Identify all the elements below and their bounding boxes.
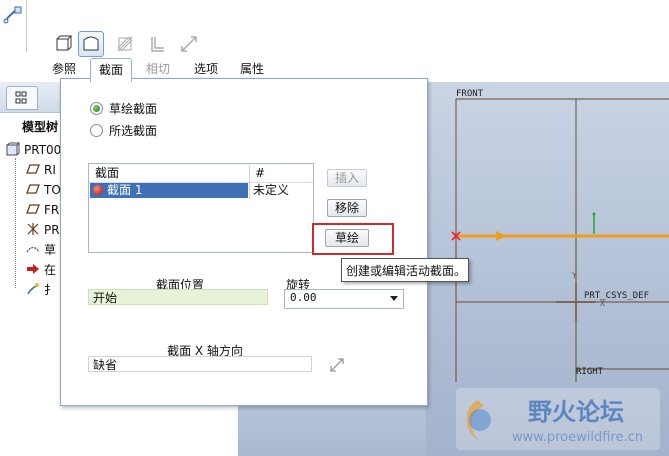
flip-icon	[181, 36, 197, 52]
flip-button[interactable]	[176, 31, 202, 57]
section-name-cell: 截面 1	[107, 183, 143, 197]
tree-item[interactable]: 草	[26, 240, 56, 260]
sketch-tooltip: 创建或编辑活动截面。	[341, 258, 469, 282]
csys-axes	[556, 282, 596, 322]
tree-item[interactable]: RI	[26, 160, 56, 180]
insert-button[interactable]: 插入	[327, 169, 367, 187]
remove-button[interactable]: 移除	[327, 199, 367, 217]
solid-button[interactable]	[50, 31, 76, 57]
tree-item[interactable]: 扌	[26, 280, 56, 300]
tree-item-label: 草	[44, 243, 57, 257]
insert-here-icon	[26, 262, 40, 276]
tree-connector	[15, 158, 17, 288]
section-status-cell: 未定义	[253, 183, 290, 197]
table-header-number: #	[255, 166, 266, 180]
graphics-canvas-lower[interactable]	[238, 400, 426, 456]
tab-sections[interactable]: 截面	[90, 58, 132, 82]
tab-options[interactable]: 选项	[186, 58, 226, 80]
tree-item[interactable]: TO	[26, 180, 61, 200]
sketch-icon	[26, 242, 40, 256]
error-status-icon	[93, 185, 103, 195]
thicken-icon	[151, 37, 164, 52]
rotation-value: 0.00	[290, 291, 317, 304]
thicken-button[interactable]	[144, 31, 170, 57]
rotation-select[interactable]: 0.00	[284, 289, 404, 309]
tree-icon	[15, 91, 27, 104]
radio-selected-section[interactable]: 所选截面	[90, 122, 157, 140]
direction-arrow-icon	[496, 231, 506, 241]
datum-label-right: RIGHT	[576, 367, 604, 377]
flip-icon	[330, 358, 344, 372]
tree-item[interactable]: FR	[26, 200, 59, 220]
feature-icon	[26, 282, 40, 296]
part-icon	[6, 142, 21, 156]
tab-properties[interactable]: 属性	[232, 58, 272, 80]
table-header-section: 截面	[95, 166, 120, 180]
tree-item-label: FR	[44, 203, 60, 217]
watermark-url: www.proewildfire.cn	[512, 430, 643, 445]
watermark-brand: 野火论坛	[528, 398, 624, 426]
section-table: 截面 # 截面 1 未定义	[88, 163, 314, 253]
divider	[26, 0, 27, 52]
tree-item[interactable]: PR	[26, 220, 60, 240]
coordinate-system-icon	[26, 222, 40, 236]
svg-text:Y: Y	[572, 271, 577, 280]
datum-plane-icon	[26, 182, 40, 196]
surface-icon	[83, 36, 99, 51]
remove-material-icon	[117, 36, 133, 52]
radio-off-icon	[90, 124, 103, 137]
tree-item-label: 扌	[44, 283, 57, 297]
datum-label-csys: PRT_CSYS_DEF	[584, 291, 649, 301]
radio-label: 草绘截面	[109, 102, 158, 116]
sketch-button[interactable]: 草绘	[325, 229, 369, 247]
remove-material-button[interactable]	[112, 31, 138, 57]
model-tree-title: 模型树	[22, 120, 59, 134]
surface-button[interactable]	[78, 31, 104, 57]
datum-plane-icon	[26, 202, 40, 216]
tree-item-label: TO	[44, 183, 61, 197]
watermark-logo: 野火论坛 www.proewildfire.cn	[456, 388, 660, 450]
model-tree-tab[interactable]	[6, 86, 38, 110]
placement-field[interactable]: 开始	[88, 289, 268, 305]
datum-label-front: FRONT	[456, 89, 484, 99]
sweep-feature-icon	[2, 4, 24, 26]
radio-label: 所选截面	[109, 124, 158, 138]
tree-item-label: 在	[44, 263, 57, 277]
tree-item[interactable]: 在	[26, 260, 56, 280]
solid-icon	[56, 35, 73, 51]
xaxis-direction-field[interactable]: 缺省	[88, 356, 312, 372]
chevron-down-icon	[390, 296, 398, 301]
tab-tangency[interactable]: 相切	[138, 58, 178, 80]
radio-sketched-section[interactable]: 草绘截面	[90, 100, 157, 118]
tree-item-label: PR	[44, 223, 60, 237]
datum-plane-icon	[26, 162, 40, 176]
radio-on-icon	[90, 102, 103, 115]
tree-item-label: RI	[44, 163, 56, 177]
flip-xaxis-button[interactable]	[328, 356, 346, 374]
tab-references[interactable]: 参照	[44, 58, 84, 80]
